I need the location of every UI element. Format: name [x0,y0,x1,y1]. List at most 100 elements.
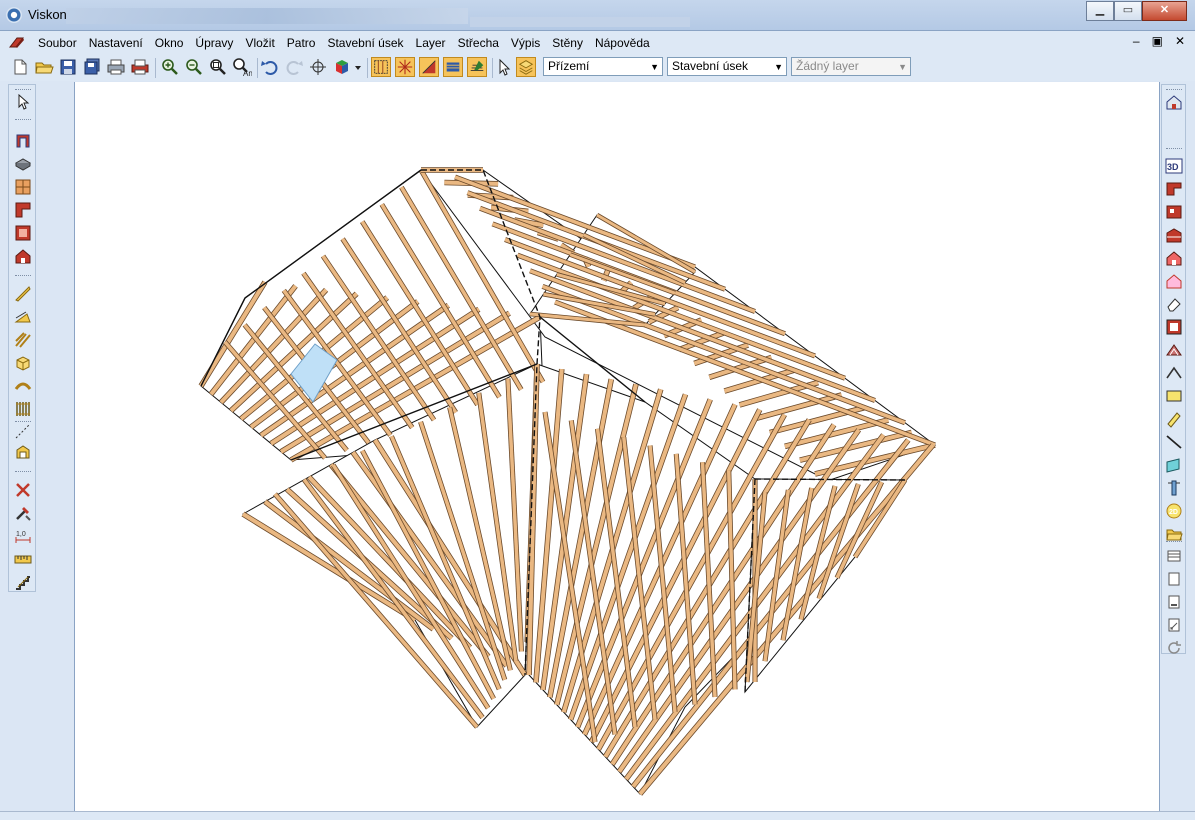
maximize-window-button[interactable]: ▭ [1114,1,1142,21]
menu-patro[interactable]: Patro [281,36,322,50]
arch-icon[interactable] [14,377,32,395]
column-icon[interactable] [1165,479,1183,497]
crosshair-icon[interactable] [308,57,328,77]
roof-slope-icon[interactable] [14,308,32,326]
rafter-grid-icon[interactable] [371,57,391,77]
stairs-icon[interactable] [14,573,32,591]
svg-text:An: An [243,69,252,77]
menu-napoveda[interactable]: Nápověda [589,36,656,50]
house-view-icon[interactable] [1165,93,1183,111]
menu-vypis[interactable]: Výpis [505,36,546,50]
mdi-controls: – ▣ ✕ [1133,34,1185,48]
toolbar-separator [257,58,258,78]
select-pointer-icon[interactable] [14,93,32,111]
toolbar-grip [1166,148,1182,151]
blank-page-icon[interactable] [1165,570,1183,588]
menu-nastaveni[interactable]: Nastavení [83,36,149,50]
svg-text:3D: 3D [1167,162,1179,172]
floor-plan-icon[interactable] [1165,203,1183,221]
title-bar-glass [470,17,690,27]
app-icon[interactable] [6,7,22,23]
mdi-minimize-button[interactable]: – [1133,34,1140,48]
roof-frame-3d-view [198,167,937,796]
wall-view-icon[interactable] [1165,180,1183,198]
menu-layer[interactable]: Layer [410,36,452,50]
open-folder-icon[interactable] [34,57,54,77]
house-red-icon[interactable] [1165,249,1183,267]
roof-layers-icon[interactable] [443,57,463,77]
roof-star-icon[interactable] [395,57,415,77]
menu-okno[interactable]: Okno [149,36,190,50]
box-tool-icon[interactable] [14,443,32,461]
svg-text:2D: 2D [1169,509,1178,516]
print-icon[interactable] [106,57,126,77]
toolbar-grip [1166,89,1182,92]
roof-edit-icon[interactable] [467,57,487,77]
pointer-icon[interactable] [494,57,514,77]
layer-stack-icon[interactable] [516,57,536,77]
color-cube-icon[interactable] [332,57,352,77]
frame-icon[interactable] [14,224,32,242]
rafters-icon[interactable] [14,331,32,349]
building-icon[interactable] [1165,226,1183,244]
refresh-icon[interactable] [1165,639,1183,657]
truss-icon[interactable] [1165,341,1183,359]
tools-icon[interactable] [14,504,32,522]
save-all-icon[interactable] [82,57,102,77]
window-title: Viskon [28,7,67,22]
document-icon[interactable] [8,35,26,50]
panel-cyan-icon[interactable] [1165,456,1183,474]
redo-icon[interactable] [284,57,304,77]
menu-vlozit[interactable]: Vložit [239,36,280,50]
dashed-line-icon[interactable] [14,422,32,440]
chevron-down-icon[interactable] [352,57,364,77]
menu-soubor[interactable]: Soubor [32,36,83,50]
block-icon[interactable] [14,354,32,372]
3d-view-icon[interactable]: 3D [1165,157,1183,175]
delete-icon[interactable] [14,481,32,499]
drawing-canvas[interactable] [74,82,1160,811]
panel-yellow-icon[interactable] [1165,387,1183,405]
beam-icon[interactable] [14,285,32,303]
2d-view-icon[interactable]: 2D [1165,502,1183,520]
save-icon[interactable] [58,57,78,77]
menu-items: Soubor Nastavení Okno Úpravy Vložit Patr… [32,36,656,50]
wall-icon[interactable] [14,132,32,150]
menu-upravy[interactable]: Úpravy [189,36,239,50]
toolbar-grip [15,89,31,92]
mdi-restore-button[interactable]: ▣ [1152,34,1163,48]
menu-stavebni-usek[interactable]: Stavební úsek [321,36,409,50]
slab-icon[interactable] [14,155,32,173]
stud-wall-icon[interactable] [14,400,32,418]
page-minimize-icon[interactable] [1165,593,1183,611]
roof-plane-icon[interactable] [419,57,439,77]
arch-line-icon[interactable] [1165,364,1183,382]
corner-wall-icon[interactable] [14,201,32,219]
table-list-icon[interactable] [1165,547,1183,565]
frame-panel-icon[interactable] [1165,318,1183,336]
eraser-icon[interactable] [1165,295,1183,313]
zoom-out-icon[interactable] [184,57,204,77]
floor-select[interactable]: Přízemí ▼ [543,57,663,76]
undo-icon[interactable] [260,57,280,77]
menu-steny[interactable]: Stěny [546,36,589,50]
dimension-icon[interactable]: 1,0 [14,527,32,545]
zoom-window-icon[interactable] [208,57,228,77]
menu-strecha[interactable]: Střecha [452,36,505,50]
beam-yellow-icon[interactable] [1165,410,1183,428]
layer-select[interactable]: Žádný layer ▼ [791,57,911,76]
minimize-window-button[interactable]: ▁ [1086,1,1114,21]
resize-icon[interactable] [1165,616,1183,634]
line-tool-icon[interactable] [1165,433,1183,451]
zoom-in-icon[interactable] [160,57,180,77]
ruler-icon[interactable] [14,550,32,568]
mdi-close-button[interactable]: ✕ [1175,34,1185,48]
section-select[interactable]: Stavební úsek ▼ [667,57,787,76]
house-outline-icon[interactable] [1165,272,1183,290]
print-preview-icon[interactable] [130,57,150,77]
window-grid-icon[interactable] [14,178,32,196]
zoom-all-icon[interactable]: An [232,57,252,77]
new-file-icon[interactable] [10,57,30,77]
close-window-button[interactable]: ✕ [1142,1,1187,21]
house-icon[interactable] [14,247,32,265]
